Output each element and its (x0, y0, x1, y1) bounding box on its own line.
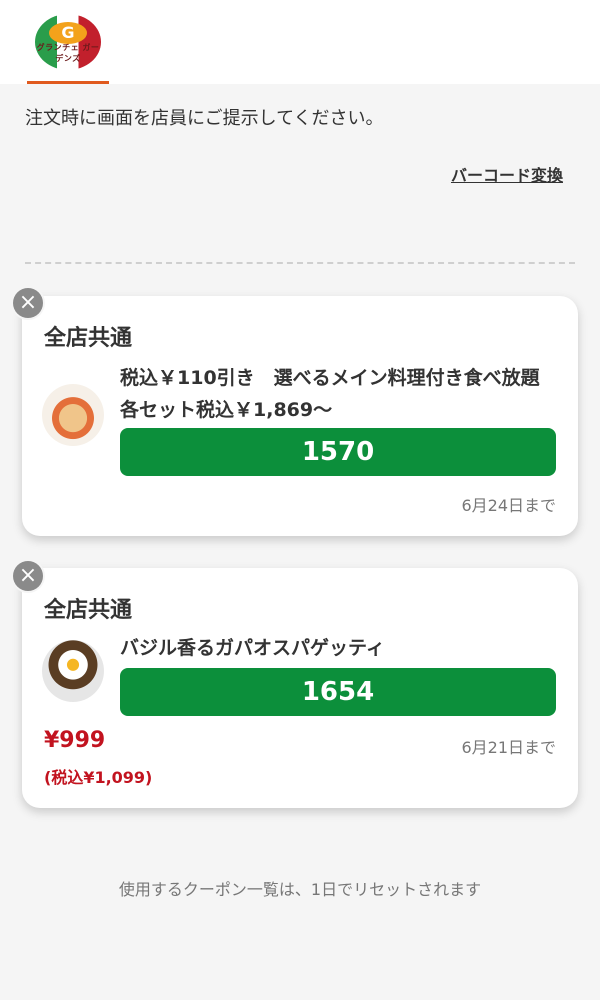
app-header: G グランチェ ガーデンズ (0, 0, 600, 84)
brand-logo[interactable]: G グランチェ ガーデンズ (35, 14, 101, 70)
coupon-expiry: 6月24日まで (461, 496, 556, 515)
barcode-convert-link[interactable]: バーコード変換 (451, 162, 563, 186)
footer-note: 使用するクーポン一覧は、1日でリセットされます (118, 880, 482, 899)
coupon-title: バジル香るガパオスパゲッティ (120, 637, 385, 659)
coupon-expiry: 6月21日まで (461, 738, 556, 757)
coupon-card[interactable]: 全店共通 バジル香るガパオスパゲッティ 1654 ¥999 (税込¥1,099)… (22, 568, 578, 808)
coupon-code: 1654 (120, 668, 556, 716)
active-tab-indicator (27, 81, 109, 84)
coupon-code: 1570 (120, 428, 556, 476)
coupon-thumbnail (42, 384, 104, 446)
logo-badge: G (49, 22, 87, 44)
coupon-scope: 全店共通 (44, 326, 133, 351)
logo-brand-text: グランチェ ガーデンズ (36, 43, 100, 63)
coupon-thumbnail (42, 640, 104, 702)
coupon-title: 税込￥110引き 選べるメイン料理付き食べ放題各セット税込￥1,869〜 (120, 367, 540, 421)
coupon-price-tax: (税込¥1,099) (44, 768, 153, 787)
close-icon[interactable]: × (13, 288, 43, 318)
close-icon[interactable]: × (13, 561, 43, 591)
coupon-scope: 全店共通 (44, 598, 133, 623)
instruction-text: 注文時に画面を店員にご提示してください。 (25, 108, 384, 129)
coupon-price: ¥999 (44, 728, 106, 753)
coupon-card[interactable]: 全店共通 税込￥110引き 選べるメイン料理付き食べ放題各セット税込￥1,869… (22, 296, 578, 536)
divider (25, 262, 575, 264)
